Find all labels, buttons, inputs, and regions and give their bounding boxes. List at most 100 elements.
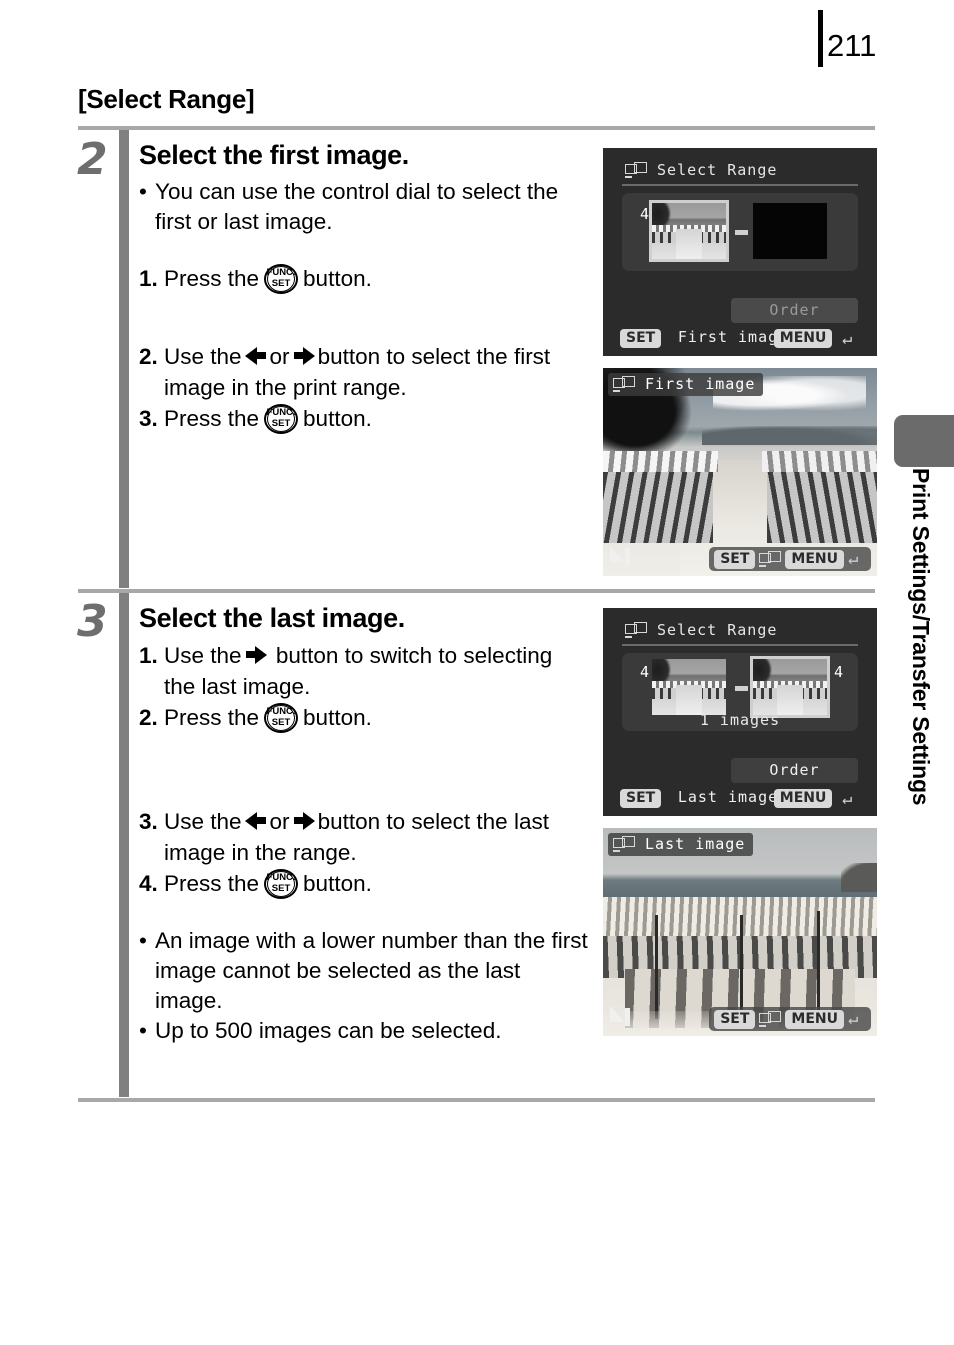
return-arrow-icon: ↵	[842, 329, 853, 349]
return-arrow-icon: ↵	[848, 1009, 859, 1029]
camera-screen-select-range-first: Select Range 4 Order SET First image MEN…	[603, 148, 877, 356]
set-key-badge: SET	[620, 789, 662, 808]
large-fine-quality-icon	[610, 1006, 632, 1028]
menu-key-badge: MENU	[785, 549, 844, 569]
list-marker: 1.	[139, 643, 158, 668]
list-text-post: button.	[303, 266, 372, 291]
step-3-item-3: 3. Use the or button to select the last im…	[139, 806, 589, 868]
list-text: Use the button to switch to selecting th…	[164, 640, 589, 702]
list-text-pre: Use the	[164, 809, 242, 834]
step-3-item-2: 2. Press the FUNC. SET button.	[139, 702, 589, 734]
range-dash	[735, 686, 748, 691]
set-action-label: Last image	[677, 788, 779, 806]
screen-title-row: Select Range	[625, 621, 777, 639]
overlay-title-row: Last image	[608, 833, 754, 856]
return-arrow-icon: ↵	[848, 549, 859, 569]
dpof-print-icon	[759, 1011, 782, 1027]
first-image-thumbnail[interactable]	[652, 659, 726, 715]
page-number-rule	[818, 10, 823, 67]
list-marker: 4.	[139, 871, 158, 896]
screen-title-underline	[622, 644, 858, 646]
screen-bottom-bar: SET First image MENU ↵	[620, 327, 860, 349]
page-number-block: 211	[818, 10, 876, 67]
camera-screen-select-range-last: Select Range 4 4 1 images Order SET Last…	[603, 608, 877, 816]
bullet-text: Up to 500 images can be selected.	[155, 1018, 502, 1043]
list-text: Press the FUNC. SET button.	[164, 403, 589, 435]
step-3-bullet-1: • An image with a lower number than the …	[139, 926, 589, 1016]
list-text-pre: Use the	[164, 344, 242, 369]
dpof-print-icon	[625, 162, 647, 178]
camera-screen-last-image: Last image SET MENU ↵	[603, 828, 877, 1036]
first-image-photo	[603, 368, 877, 576]
list-text-pre: Press the	[164, 871, 260, 896]
step-3-bullet-2: • Up to 500 images can be selected.	[139, 1016, 589, 1046]
overlay-title: Last image	[645, 835, 746, 853]
large-fine-quality-icon	[610, 546, 632, 568]
screen-bottom-bar: SET MENU ↵	[709, 1007, 871, 1031]
first-thumb-number: 4	[640, 205, 650, 223]
left-arrow-icon	[244, 811, 268, 831]
chapter-tab	[894, 415, 954, 467]
func-set-icon: FUNC. SET	[262, 404, 300, 435]
bullet-marker: •	[139, 928, 147, 953]
bullet-marker: •	[139, 1018, 147, 1043]
set-key-badge: SET	[620, 329, 662, 348]
overlay-title: First image	[645, 375, 756, 393]
menu-key-badge: MENU	[785, 1009, 844, 1029]
overlay-title-row: First image	[608, 373, 764, 396]
step-2-item-1: 1. Press the FUNC. SET button.	[139, 263, 589, 295]
order-button[interactable]: Order	[731, 758, 858, 783]
range-dash	[735, 230, 748, 235]
page-number: 211	[827, 28, 877, 63]
range-panel: 4 4 1 images	[622, 653, 858, 731]
menu-key-badge: MENU	[773, 789, 833, 808]
step-3-item-4: 4. Press the FUNC. SET button.	[139, 868, 589, 900]
dpof-print-icon	[613, 376, 635, 392]
step-3-heading: Select the last image.	[139, 603, 405, 633]
first-thumb-number: 4	[640, 663, 650, 681]
step-2-item-2: 2. Use the or button to select the first i…	[139, 341, 589, 403]
step-2-heading: Select the first image.	[139, 140, 409, 170]
step-3-body: Select the last image. 1. Use the button…	[139, 603, 589, 1046]
step-2-item-3: 3. Press the FUNC. SET button.	[139, 403, 589, 435]
first-image-thumbnail[interactable]	[649, 200, 729, 262]
list-text: Use the or button to select the first imag…	[164, 344, 551, 400]
list-text-post: button.	[303, 871, 372, 896]
list-text: Press the FUNC. SET button.	[164, 868, 589, 900]
right-arrow-icon	[244, 645, 268, 665]
step-2-number: 2	[77, 134, 108, 185]
return-arrow-icon: ↵	[842, 789, 853, 809]
thumbnail-photo	[753, 659, 827, 715]
list-text-pre: Use the	[164, 643, 242, 668]
bullet-marker: •	[139, 179, 147, 204]
screen-title-underline	[622, 184, 858, 186]
list-text-pre: Press the	[164, 266, 260, 291]
list-text: Press the FUNC. SET button.	[164, 263, 589, 295]
thumbnail-photo	[652, 659, 726, 715]
menu-key-group: MENU ↵	[773, 327, 860, 349]
menu-key-badge: MENU	[773, 329, 833, 348]
step-2-bullet-1: • You can use the control dial to select…	[139, 177, 589, 237]
list-text-post: button.	[303, 406, 372, 431]
set-key-badge: SET	[714, 549, 756, 569]
func-set-icon: FUNC. SET	[262, 264, 300, 295]
last-thumb-number: 4	[834, 663, 844, 681]
chapter-label: Print Settings/Transfer Settings	[908, 468, 934, 806]
list-marker: 2.	[139, 344, 158, 369]
last-image-thumbnail-empty[interactable]	[753, 203, 827, 259]
last-image-thumbnail[interactable]	[750, 656, 830, 718]
bullet-text: An image with a lower number than the fi…	[155, 928, 588, 1013]
list-marker: 3.	[139, 406, 158, 431]
divider-middle	[78, 589, 875, 593]
screen-bottom-bar: SET Last image MENU ↵	[620, 787, 860, 809]
list-text-post: button.	[303, 705, 372, 730]
order-button[interactable]: Order	[731, 298, 858, 323]
set-key-badge: SET	[714, 1009, 756, 1029]
screen-title-row: Select Range	[625, 161, 777, 179]
thumbnail-photo	[652, 203, 726, 259]
range-panel: 4	[622, 193, 858, 271]
func-set-icon: FUNC. SET	[262, 869, 300, 900]
camera-screen-first-image: First image SET MENU ↵	[603, 368, 877, 576]
step-3-number: 3	[77, 596, 108, 647]
right-arrow-icon	[292, 811, 316, 831]
